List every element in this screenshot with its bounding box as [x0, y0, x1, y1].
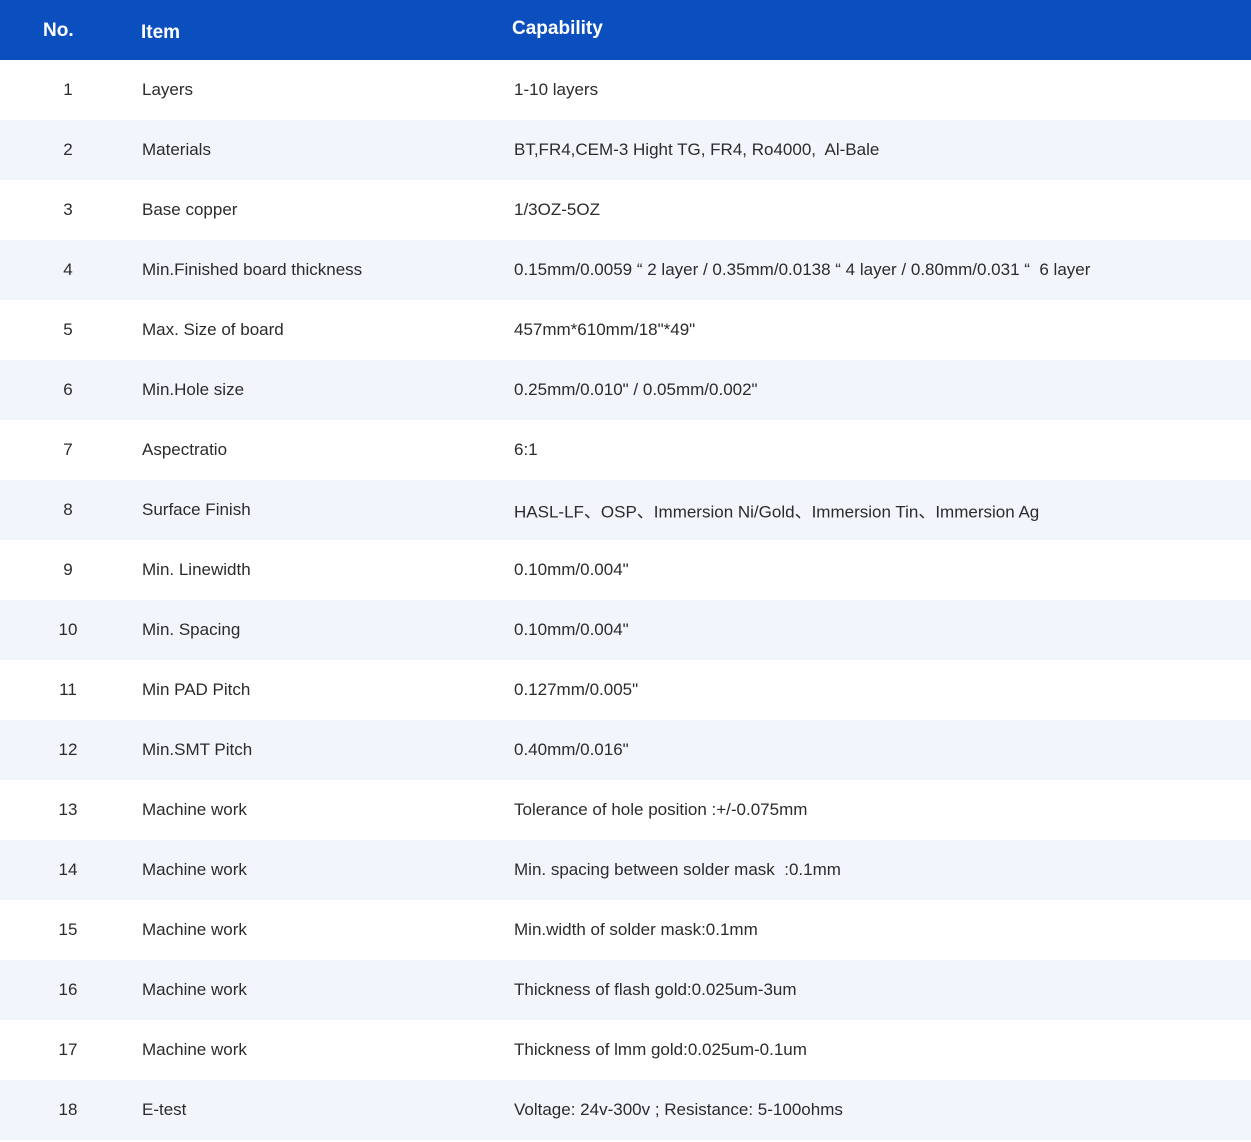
row-number: 14 [58, 860, 78, 879]
table-body: 1 Layers 1-10 layers 2 Materials BT,FR4,CEM-3… [0, 60, 1251, 1140]
row-number: 7 [63, 440, 73, 459]
row-item: Machine work [142, 920, 247, 939]
row-capability: HASL-LF、OSP、Immersion Ni/Gold、Immersion … [514, 502, 1040, 522]
row-item: Layers [142, 80, 194, 99]
row-capability: Min. spacing between solder mask :0.1mm [514, 860, 841, 879]
row-capability: 1-10 layers [514, 80, 599, 99]
row-number: 1 [63, 80, 73, 99]
row-capability: 457mm*610mm/18"*49" [514, 320, 696, 339]
table-row: 9 Min. Linewidth 0.10mm/0.004" [0, 540, 1251, 600]
header-no: No. [43, 20, 74, 41]
capability-table: No. Item Capability 1 Layers 1-10 layers 2 M… [0, 0, 1251, 1140]
row-capability: 0.15mm/0.0059 “ 2 layer / 0.35mm/0.0138 … [514, 260, 1091, 279]
row-item: Min. Linewidth [142, 560, 251, 579]
row-item: Min.Finished board thickness [142, 260, 363, 279]
row-item: Machine work [142, 1040, 247, 1059]
row-number: 10 [58, 620, 78, 639]
table-row: 17 Machine work Thickness of lmm gold:0.02… [0, 1020, 1251, 1080]
table-row: 11 Min PAD Pitch 0.127mm/0.005" [0, 660, 1251, 720]
table-row: 8 Surface Finish HASL-LF、OSP、Immersion Ni/… [0, 480, 1251, 540]
table-header: No. Item Capability [0, 0, 1251, 60]
table-row: 4 Min.Finished board thickness 0.15mm/0.00… [0, 240, 1251, 300]
table-row: 16 Machine work Thickness of flash gold:0.… [0, 960, 1251, 1020]
table-row: 7 Aspectratio 6:1 [0, 420, 1251, 480]
row-item: Machine work [142, 800, 247, 819]
row-capability: Voltage: 24v-300v ; Resistance: 5-100ohm… [514, 1100, 843, 1119]
row-item: Max. Size of board [142, 320, 284, 339]
header-item: Item [141, 22, 181, 43]
row-item: Aspectratio [142, 440, 228, 459]
table-row: 18 E-test Voltage: 24v-300v ; Resistance: … [0, 1080, 1251, 1140]
row-capability: Thickness of lmm gold:0.025um-0.1um [514, 1040, 807, 1059]
row-capability: 0.10mm/0.004" [514, 620, 629, 639]
row-item: Machine work [142, 860, 247, 879]
row-capability: 0.40mm/0.016" [514, 740, 629, 759]
row-number: 18 [58, 1100, 78, 1119]
row-item: Machine work [142, 980, 247, 999]
row-number: 16 [58, 980, 78, 999]
table-row: 14 Machine work Min. spacing between solde… [0, 840, 1251, 900]
row-capability: 0.10mm/0.004" [514, 560, 629, 579]
row-item: Min PAD Pitch [142, 680, 251, 699]
row-capability: Tolerance of hole position :+/-0.075mm [514, 800, 808, 819]
row-number: 13 [58, 800, 78, 819]
row-capability: 6:1 [514, 440, 538, 459]
table-row: 1 Layers 1-10 layers [0, 60, 1251, 120]
row-capability: 0.25mm/0.010" / 0.05mm/0.002" [514, 380, 758, 399]
row-number: 3 [63, 200, 73, 219]
row-number: 11 [59, 680, 77, 699]
row-item: Min. Spacing [142, 620, 241, 639]
header-capability: Capability [512, 18, 603, 39]
row-number: 15 [58, 920, 78, 939]
row-number: 6 [63, 380, 73, 399]
row-number: 17 [58, 1040, 78, 1059]
table-row: 2 Materials BT,FR4,CEM-3 Hight TG, FR4, Ro… [0, 120, 1251, 180]
row-item: Min.SMT Pitch [142, 740, 253, 759]
row-item: E-test [142, 1100, 187, 1119]
row-number: 5 [63, 320, 73, 339]
row-item: Min.Hole size [142, 380, 245, 399]
table-row: 5 Max. Size of board 457mm*610mm/18"*49" [0, 300, 1251, 360]
row-item: Materials [142, 140, 211, 159]
row-number: 8 [63, 500, 73, 519]
table-row: 13 Machine work Tolerance of hole position… [0, 780, 1251, 840]
table-row: 15 Machine work Min.width of solder mask:0… [0, 900, 1251, 960]
row-number: 4 [63, 260, 73, 279]
table-row: 12 Min.SMT Pitch 0.40mm/0.016" [0, 720, 1251, 780]
row-item: Base copper [142, 200, 238, 219]
row-number: 9 [63, 560, 73, 579]
table-row: 6 Min.Hole size 0.25mm/0.010" / 0.05mm/0.0… [0, 360, 1251, 420]
row-capability: 1/3OZ-5OZ [514, 200, 600, 219]
table-row: 10 Min. Spacing 0.10mm/0.004" [0, 600, 1251, 660]
row-capability: Min.width of solder mask:0.1mm [514, 920, 758, 939]
row-item: Surface Finish [142, 500, 251, 519]
table-row: 3 Base copper 1/3OZ-5OZ [0, 180, 1251, 240]
row-capability: 0.127mm/0.005" [514, 680, 639, 699]
row-capability: Thickness of flash gold:0.025um-3um [514, 980, 797, 999]
row-capability: BT,FR4,CEM-3 Hight TG, FR4, Ro4000, Al-B… [514, 140, 880, 159]
row-number: 2 [63, 140, 73, 159]
row-number: 12 [58, 740, 78, 759]
